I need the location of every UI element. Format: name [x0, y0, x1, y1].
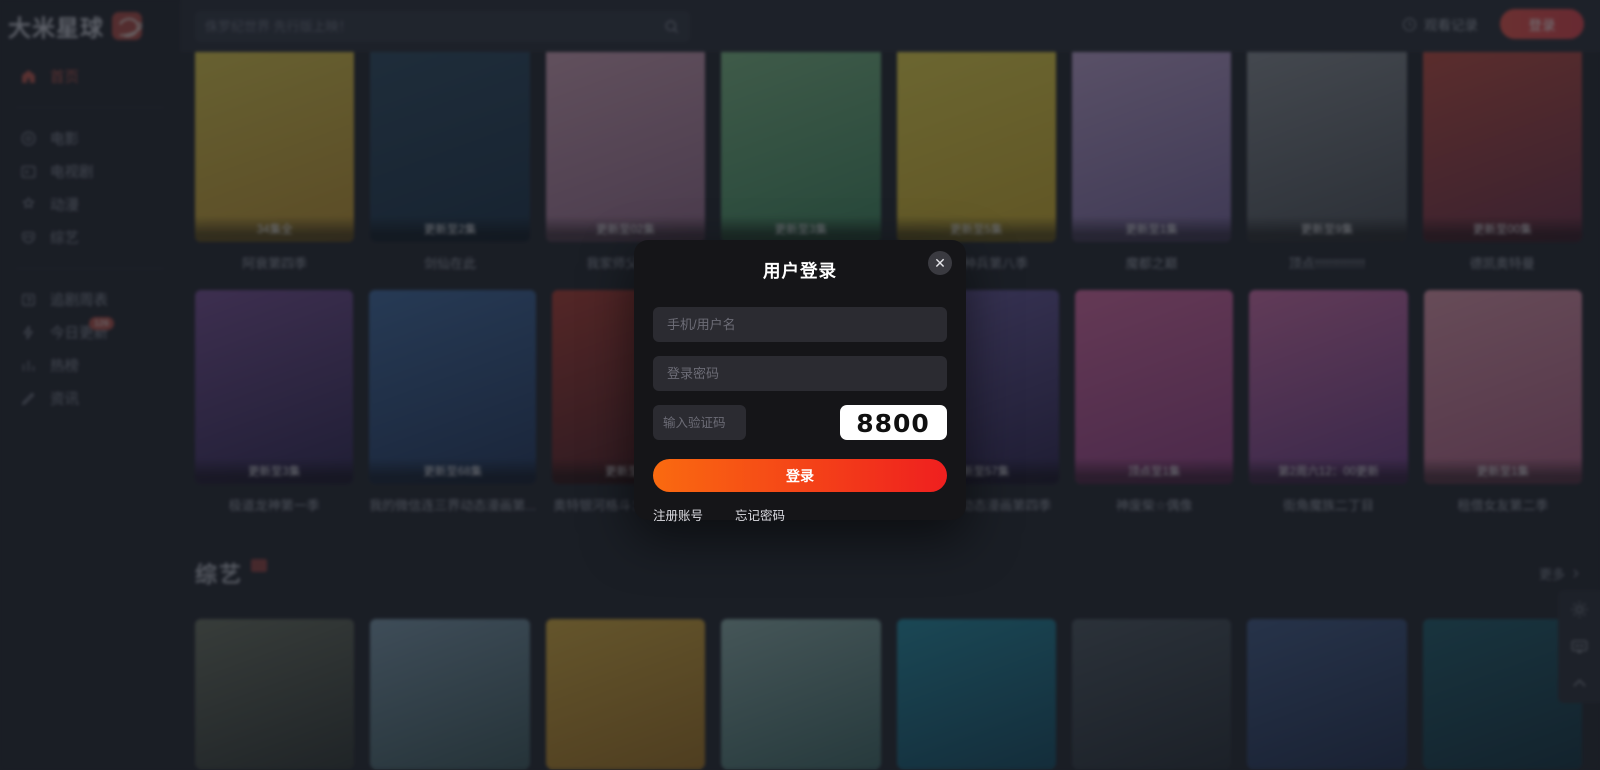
captcha-input[interactable]: [653, 405, 746, 440]
captcha-row: 8800: [653, 405, 947, 440]
captcha-image[interactable]: 8800: [840, 405, 947, 440]
captcha-glyphs: 8800: [856, 409, 930, 438]
password-field[interactable]: [653, 356, 947, 391]
close-icon[interactable]: ✕: [928, 251, 952, 275]
forgot-password-link[interactable]: 忘记密码: [735, 505, 785, 524]
submit-login-button[interactable]: 登录: [653, 459, 947, 492]
login-modal: 用户登录 ✕ 8800 登录 注册账号 忘记密码: [634, 240, 966, 523]
register-link[interactable]: 注册账号: [653, 505, 703, 524]
modal-links: 注册账号 忘记密码: [653, 505, 966, 524]
username-field[interactable]: [653, 307, 947, 342]
login-modal-title: 用户登录: [763, 261, 837, 281]
svg-text:8800: 8800: [856, 409, 930, 438]
app-root: 大米星球 首页: [0, 0, 1600, 770]
